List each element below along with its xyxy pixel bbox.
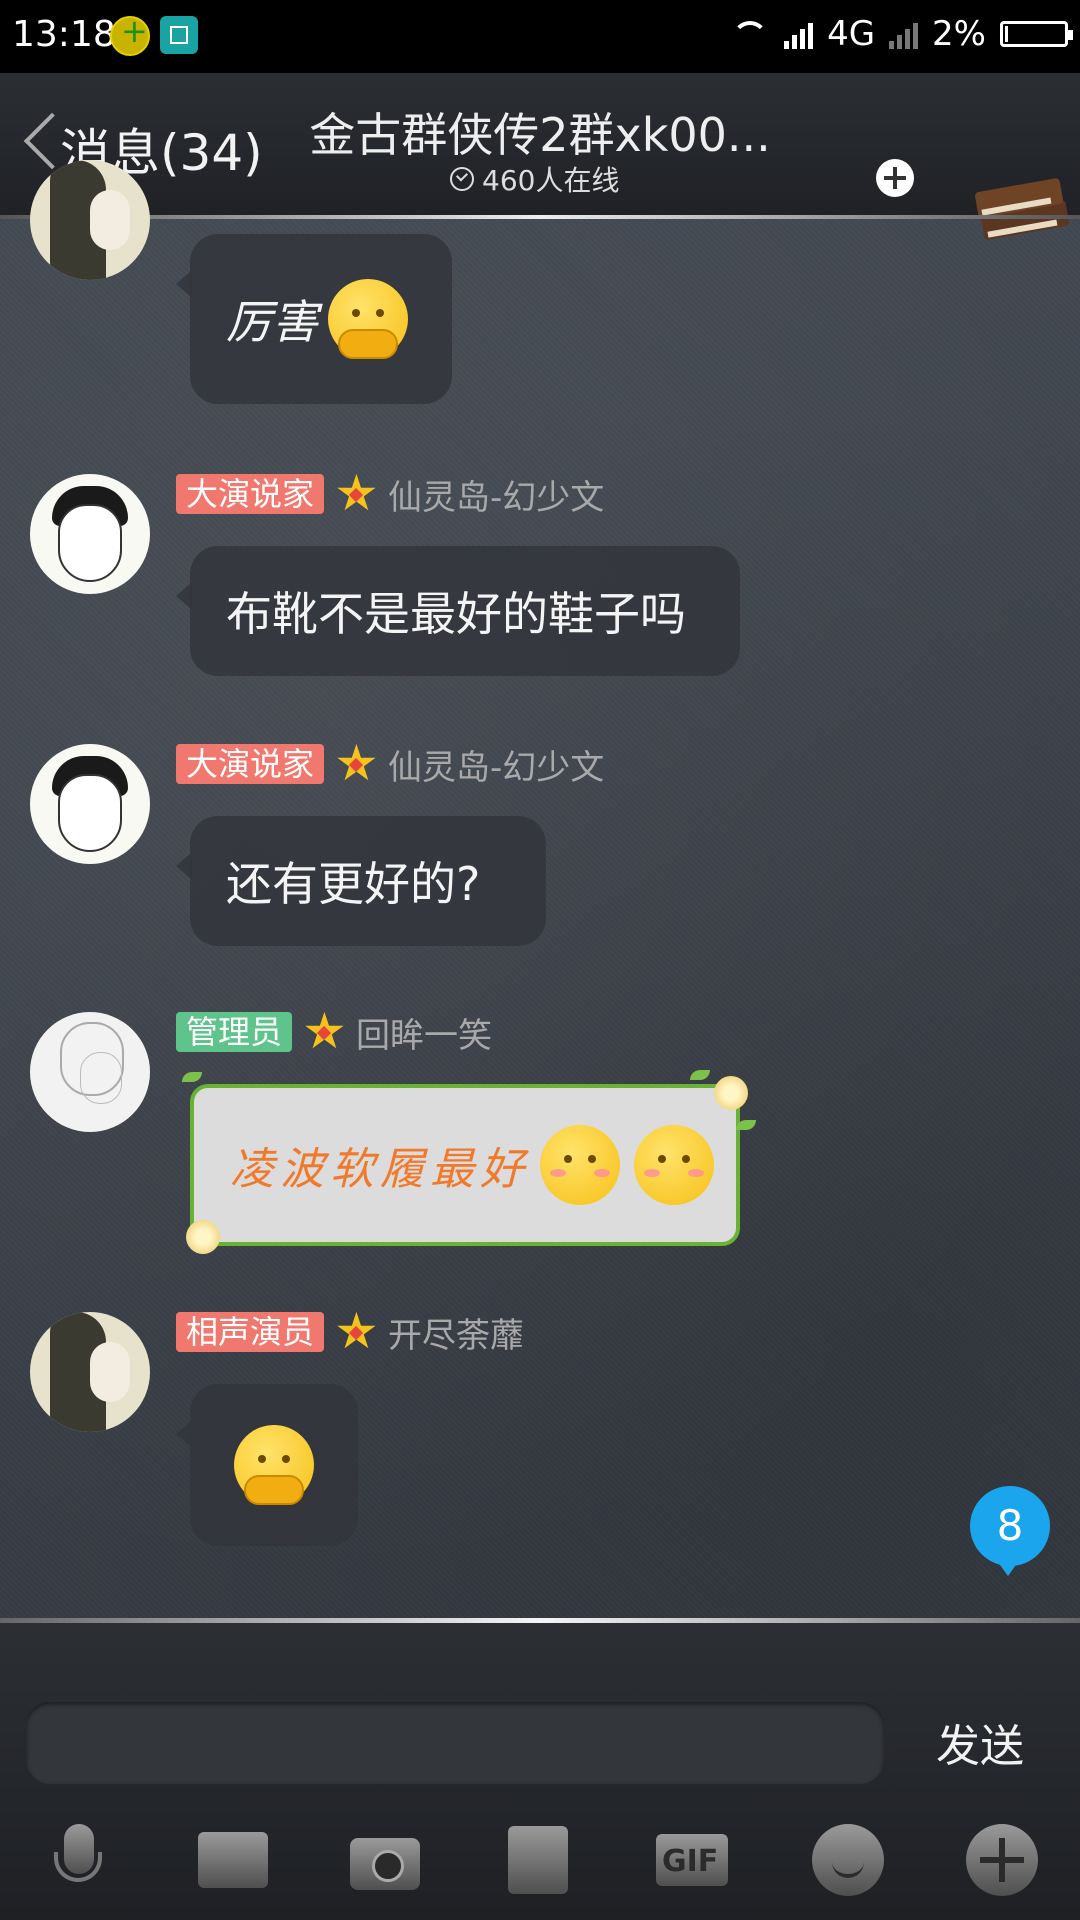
message-bubble-decorated[interactable]: 凌波软履最好 <box>190 1084 740 1246</box>
star-rank-icon <box>334 464 379 522</box>
status-bar: 13:18 4G 2% <box>0 0 1080 73</box>
message-bubble[interactable] <box>176 1384 358 1546</box>
blush-emoji-icon <box>540 1125 620 1205</box>
add-circle-icon[interactable] <box>876 159 914 197</box>
image-icon[interactable] <box>196 1822 272 1898</box>
online-count-text: 460人在线 <box>482 164 620 197</box>
signal-icon-secondary <box>889 19 919 49</box>
wifi-icon <box>730 19 770 49</box>
message-meta: 管理员 回眸一笑 <box>176 1002 492 1060</box>
chat-header: 消息(34) 金古群侠传2群xk00... 460人在线 <box>0 73 1080 241</box>
message-text: 还有更好的? <box>226 857 481 911</box>
camera-icon[interactable] <box>348 1822 424 1898</box>
send-button[interactable]: 发送 <box>936 1710 1024 1774</box>
message-input[interactable] <box>26 1702 884 1784</box>
signal-icon <box>784 19 814 49</box>
avatar[interactable] <box>30 474 150 594</box>
battery-percent: 2% <box>932 14 986 54</box>
message-text: 布靴不是最好的鞋子吗 <box>226 587 686 641</box>
mic-icon[interactable] <box>40 1822 116 1898</box>
star-rank-icon <box>334 734 379 792</box>
battery-icon <box>1000 21 1073 47</box>
admin-tag: 管理员 <box>176 1012 293 1052</box>
status-time: 13:18 <box>12 14 116 55</box>
message-bubble[interactable]: 布靴不是最好的鞋子吗 <box>176 546 740 676</box>
user-title-tag: 大演说家 <box>176 744 325 784</box>
star-rank-icon <box>334 1302 379 1360</box>
star-rank-icon <box>302 1002 347 1060</box>
network-type: 4G <box>827 14 876 54</box>
message-meta: 大演说家 仙灵岛-幻少文 <box>176 464 604 522</box>
message-text: 凌波软履最好 <box>230 1144 530 1195</box>
sender-name[interactable]: 回眸一笑 <box>356 1008 492 1057</box>
gif-icon[interactable]: GIF <box>654 1822 730 1898</box>
group-info-book-icon[interactable] <box>974 177 1072 247</box>
message-meta: 相声演员 开尽荼蘼 <box>176 1302 524 1360</box>
flower-decoration-icon <box>186 1220 220 1254</box>
hug-emoji-icon <box>234 1425 314 1505</box>
avatar[interactable] <box>30 744 150 864</box>
flower-decoration-icon <box>714 1076 748 1110</box>
sender-name[interactable]: 仙灵岛-幻少文 <box>388 470 604 519</box>
emoji-icon[interactable] <box>810 1822 886 1898</box>
message-bubble[interactable]: 还有更好的? <box>176 816 546 946</box>
user-title-tag: 大演说家 <box>176 474 325 514</box>
avatar[interactable] <box>30 160 150 280</box>
online-count: 460人在线 <box>450 159 619 199</box>
app-notification-icon <box>110 12 150 56</box>
avatar[interactable] <box>30 1012 150 1132</box>
group-title: 金古群侠传2群xk00... <box>309 108 771 162</box>
unread-count-badge[interactable]: 8 <box>970 1486 1050 1576</box>
sender-name[interactable]: 仙灵岛-幻少文 <box>388 740 604 789</box>
user-title-tag: 相声演员 <box>176 1312 325 1352</box>
hug-emoji-icon <box>328 279 408 359</box>
input-bar: 发送 GIF <box>0 1618 1080 1920</box>
card-icon[interactable] <box>500 1822 576 1898</box>
plus-icon[interactable] <box>964 1822 1040 1898</box>
sender-name[interactable]: 开尽荼蘼 <box>388 1308 524 1357</box>
avatar[interactable] <box>30 1312 150 1432</box>
message-text: 厉害 <box>226 295 318 349</box>
back-chevron-icon[interactable] <box>18 113 62 173</box>
screenshot-icon <box>160 16 198 54</box>
check-circle-icon <box>450 167 474 191</box>
blush-emoji-icon <box>634 1125 714 1205</box>
message-bubble[interactable]: 厉害 <box>176 234 452 404</box>
message-meta: 大演说家 仙灵岛-幻少文 <box>176 734 604 792</box>
